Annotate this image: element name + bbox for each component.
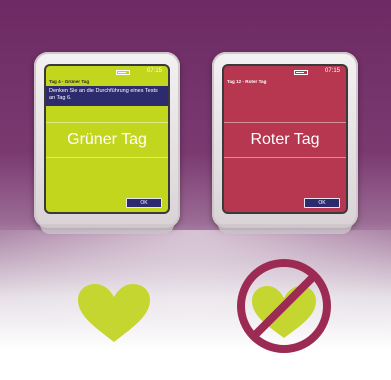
- ok-button[interactable]: OK: [126, 198, 162, 208]
- device-green-day: 07:15 Tag 4 - Grüner Tag Denken Sie an d…: [34, 52, 180, 234]
- status-bar: 07:15: [224, 66, 346, 78]
- illustration-stage: 07:15 Tag 4 - Grüner Tag Denken Sie an d…: [0, 0, 391, 380]
- heart-icon: [78, 284, 150, 342]
- reminder-message: Denken Sie an die Durchführung eines Tes…: [46, 86, 168, 106]
- ok-button[interactable]: OK: [304, 198, 340, 208]
- day-header: Tag 4 - Grüner Tag: [49, 79, 90, 84]
- screen-green: 07:15 Tag 4 - Grüner Tag Denken Sie an d…: [46, 66, 168, 212]
- day-header: Tag 12 - Roter Tag: [227, 79, 267, 84]
- crossed-heart-icon: [237, 259, 331, 353]
- clock-time: 07:15: [324, 68, 340, 74]
- device-red-day: 07:15 Tag 12 - Roter Tag Roter Tag OK: [212, 52, 358, 234]
- day-status-text: Roter Tag: [224, 122, 346, 158]
- battery-icon: [294, 70, 308, 75]
- device-bezel: 07:15 Tag 12 - Roter Tag Roter Tag OK: [222, 64, 348, 214]
- screen-red: 07:15 Tag 12 - Roter Tag Roter Tag OK: [224, 66, 346, 212]
- battery-icon: [116, 70, 130, 75]
- day-status-text: Grüner Tag: [46, 122, 168, 158]
- clock-time: 07:15: [146, 68, 162, 74]
- device-bezel: 07:15 Tag 4 - Grüner Tag Denken Sie an d…: [44, 64, 170, 214]
- status-bar: 07:15: [46, 66, 168, 78]
